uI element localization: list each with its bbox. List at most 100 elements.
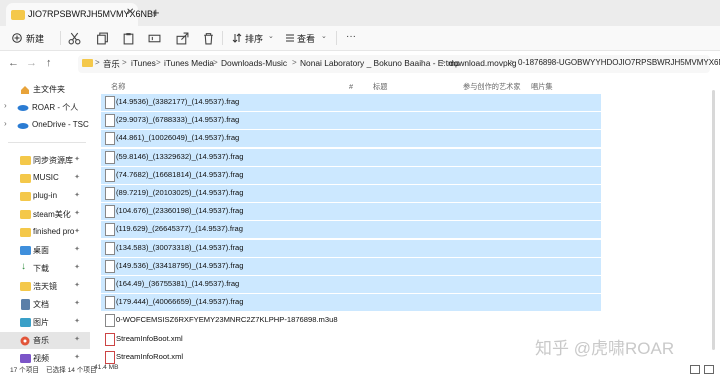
breadcrumb-itunes-media[interactable]: iTunes Media [164, 58, 214, 68]
xml-file-icon [105, 350, 115, 364]
file-row[interactable]: (89.7219)_(20103025)_(14.9537).frag [101, 185, 601, 202]
pin-icon: ✦ [74, 192, 80, 199]
paste-icon[interactable] [122, 32, 135, 45]
nav-item-haotianjing[interactable]: 浩天镜 ✦ [0, 278, 90, 295]
file-row[interactable]: StreamInfoBoot.xml [101, 331, 601, 348]
new-tab-button[interactable]: + [152, 5, 160, 20]
new-button[interactable]: 新建 [10, 31, 50, 45]
tiles-view-icon[interactable] [704, 365, 714, 374]
pin-icon: ✦ [74, 174, 80, 181]
file-row[interactable]: (164.49)_(36755381)_(14.9537).frag [101, 276, 601, 293]
breadcrumb-music[interactable]: 音乐 [103, 58, 120, 70]
file-icon [105, 150, 115, 164]
breadcrumb-separator: > [292, 58, 297, 67]
file-row[interactable]: (74.7682)_(16681814)_(14.9537).frag [101, 166, 601, 184]
nav-item-home[interactable]: 主文件夹 [0, 81, 90, 98]
nav-item-sync-library[interactable]: 同步资源库 ✦ [0, 152, 90, 169]
new-label: 新建 [26, 34, 45, 44]
nav-item-downloads[interactable]: ↓ 下载 ✦ [0, 260, 90, 277]
column-artists[interactable]: 参与创作的艺术家 [463, 82, 521, 92]
selected-count: 已选择 14 个项目 [46, 367, 97, 374]
details-view-icon[interactable] [690, 365, 700, 374]
breadcrumb-downloads-music[interactable]: Downloads-Music [221, 58, 287, 68]
share-icon[interactable] [176, 32, 189, 45]
navigation-pane: 主文件夹 › ROAR - 个人 › OneDrive - TSC 同步资源库 … [0, 78, 90, 364]
pin-icon: ✦ [74, 318, 80, 325]
close-tab-icon[interactable]: ✕ [126, 7, 134, 18]
nav-item-onedrive[interactable]: › OneDrive - TSC [0, 117, 90, 134]
tab-current-folder[interactable]: JIO7RPSBWRJH5MVMYX6NBI ✕ [6, 3, 156, 26]
pin-icon: ✦ [74, 210, 80, 217]
nav-item-music[interactable]: 音乐 ✦ [0, 332, 90, 349]
file-row[interactable]: (29.9073)_(6788333)_(14.9537).frag [101, 112, 601, 130]
folder-icon [82, 59, 93, 67]
nav-label: 图片 [33, 318, 49, 327]
file-row[interactable]: (149.536)_(33418795)_(14.9537).frag [101, 257, 601, 275]
breadcrumb-current[interactable]: 0-1876898-UGOBWYYHDOJIO7RPSBWRJH5MVMYX6N… [518, 58, 720, 67]
forward-button[interactable]: → [26, 57, 37, 69]
pin-icon: ✦ [74, 264, 80, 271]
breadcrumb-itunes[interactable]: iTunes [131, 58, 156, 68]
file-icon [105, 259, 115, 273]
file-row[interactable]: (59.8146)_(13329632)_(14.9537).frag [101, 148, 601, 166]
pin-icon: ✦ [74, 354, 80, 361]
nav-item-documents[interactable]: 文档 ✦ [0, 296, 90, 313]
more-options-button[interactable]: ··· [346, 31, 356, 42]
breadcrumb-separator: > [95, 58, 100, 67]
file-row[interactable]: (14.9536)_(3382177)_(14.9537).frag [101, 94, 601, 111]
file-row[interactable]: (104.676)_(23360198)_(14.9537).frag [101, 203, 601, 221]
rename-icon[interactable] [148, 32, 161, 45]
copy-icon[interactable] [96, 32, 109, 45]
breadcrumb-movpkg[interactable]: download.movpkg [449, 58, 517, 68]
file-icon [105, 114, 115, 128]
column-number[interactable]: # [349, 82, 353, 91]
view-button[interactable]: 查看 ⌄ [285, 31, 331, 45]
file-name: (164.49)_(36755381)_(14.9537).frag [116, 279, 240, 288]
file-row[interactable]: (134.583)_(30073318)_(14.9537).frag [101, 239, 601, 257]
nav-label: 文档 [33, 300, 49, 309]
folder-icon [20, 228, 31, 237]
pin-icon: ✦ [74, 228, 80, 235]
file-row[interactable]: (44.861)_(10026049)_(14.9537).frag [101, 130, 601, 148]
nav-label: steam美化 [33, 210, 71, 219]
breadcrumb-separator: > [156, 58, 161, 67]
breadcrumb-tmp-folder[interactable]: Nonai Laboratory _ Bokuno Baaiha - E.tmp [300, 58, 460, 68]
view-icon [286, 34, 294, 42]
file-name: (119.629)_(26645377)_(14.9537).frag [116, 224, 243, 234]
nav-item-music-folder[interactable]: MUSIC ✦ [0, 170, 90, 187]
column-title[interactable]: 标题 [373, 82, 387, 92]
nav-item-steam[interactable]: steam美化 ✦ [0, 206, 90, 223]
nav-item-finished-pro[interactable]: finished pro ✦ [0, 224, 90, 241]
tab-title: JIO7RPSBWRJH5MVMYX6NBI [28, 9, 156, 19]
column-album[interactable]: 唱片集 [531, 82, 553, 92]
file-row[interactable]: (119.629)_(26645377)_(14.9537).frag [101, 221, 601, 239]
nav-item-videos[interactable]: 视频 ✦ [0, 350, 90, 364]
sort-button[interactable]: 排序 ⌄ [232, 31, 278, 45]
folder-icon [20, 282, 31, 291]
up-button[interactable]: ↑ [46, 57, 52, 69]
file-row[interactable]: (179.444)_(40066659)_(14.9537).frag [101, 294, 601, 312]
file-row[interactable]: 0-WOFCEMSISZ6RXFYEMY23MNRC2Z7KLPHP-18768… [101, 312, 601, 329]
delete-icon[interactable] [202, 32, 215, 45]
pin-icon: ✦ [74, 300, 80, 307]
folder-icon [11, 10, 25, 20]
breadcrumb-separator: > [122, 58, 127, 67]
toolbar-divider [60, 31, 61, 45]
nav-item-desktop[interactable]: 桌面 ✦ [0, 242, 90, 259]
file-icon [105, 132, 115, 146]
file-name: 0-WOFCEMSISZ6RXFYEMY23MNRC2Z7KLPHP-18768… [116, 315, 338, 325]
nav-item-pictures[interactable]: 图片 ✦ [0, 314, 90, 331]
nav-label: 主文件夹 [33, 85, 65, 94]
pictures-icon [20, 318, 31, 327]
scissors-icon[interactable] [68, 32, 81, 45]
file-icon [105, 241, 115, 255]
nav-item-roar[interactable]: › ROAR - 个人 [0, 99, 90, 116]
file-name: (59.8146)_(13329632)_(14.9537).frag [116, 151, 244, 161]
back-button[interactable]: ← [8, 57, 19, 69]
chevron-right-icon[interactable]: › [4, 119, 7, 128]
chevron-right-icon[interactable]: › [4, 101, 7, 110]
column-name[interactable]: 名称 [111, 82, 125, 92]
nav-item-plug-in[interactable]: plug-in ✦ [0, 188, 90, 205]
vertical-scrollbar[interactable] [712, 90, 715, 350]
address-bar[interactable]: > 音乐 > iTunes > iTunes Media > Downloads… [78, 55, 720, 73]
